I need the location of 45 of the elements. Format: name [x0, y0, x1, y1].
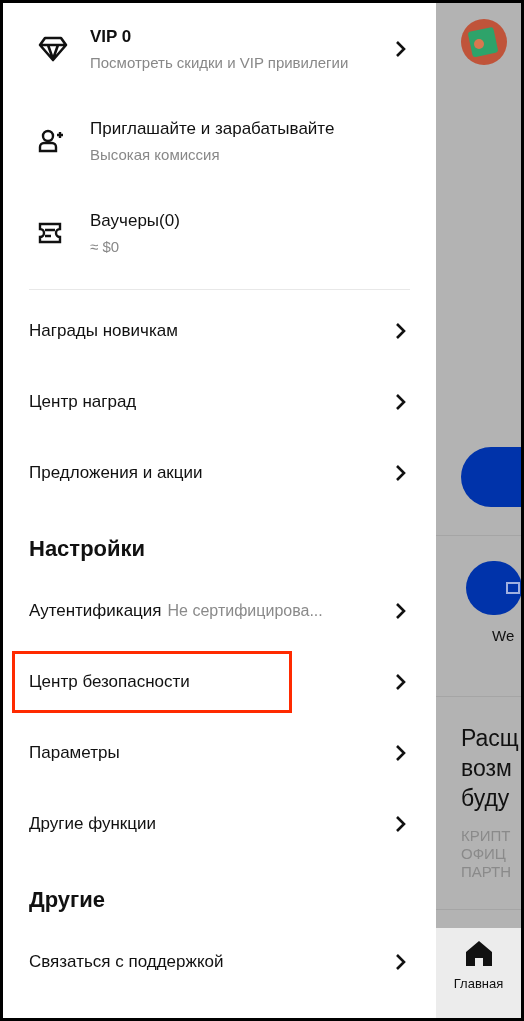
menu-item[interactable]: Другие функции — [3, 788, 436, 859]
person-add-icon — [38, 129, 64, 153]
chevron-icon — [394, 463, 406, 482]
menu-item[interactable]: Параметры — [3, 717, 436, 788]
feature-icon[interactable] — [466, 561, 521, 615]
menu-item[interactable]: Аутентификация Не сертифицирова... — [3, 575, 436, 646]
chevron-icon — [394, 321, 406, 340]
headline-text: возм — [461, 754, 513, 783]
item-subtitle: Посмотреть скидки и VIP привилегии — [90, 52, 350, 73]
item-label: Параметры — [29, 741, 120, 764]
chevron-icon — [394, 814, 406, 833]
chevron-icon — [394, 952, 406, 971]
ticket-icon — [38, 222, 62, 244]
item-title: Приглашайте и зарабатывайте — [90, 118, 336, 140]
menu-item[interactable]: Ваучеры(0) ≈ $0 — [3, 187, 436, 279]
feature-label: We — [491, 626, 515, 646]
menu-item[interactable]: Предложения и акции — [3, 437, 436, 508]
chevron-icon — [394, 601, 406, 620]
headline-text: Расщ — [461, 724, 520, 753]
item-label: Аутентификация — [29, 599, 162, 622]
item-label: Другие функции — [29, 812, 156, 835]
banner-button[interactable] — [461, 447, 521, 507]
home-icon[interactable] — [464, 940, 493, 966]
item-subtitle: ≈ $0 — [90, 236, 121, 257]
item-label: Связаться с поддержкой — [29, 950, 224, 973]
headline-text: буду — [461, 784, 511, 813]
nav-label[interactable]: Главная — [453, 974, 504, 994]
chevron-icon — [394, 672, 406, 691]
item-title: Ваучеры(0) — [90, 210, 181, 232]
chevron-icon — [394, 392, 406, 411]
diamond-icon — [38, 36, 68, 62]
menu-item[interactable]: Приглашайте и зарабатывайте Высокая комиссия — [3, 95, 436, 187]
menu-item[interactable]: VIP 0 Посмотреть скидки и VIP привилегии — [3, 3, 436, 95]
menu-item[interactable]: Центр наград — [3, 366, 436, 437]
item-subtitle: Высокая комиссия — [90, 144, 221, 165]
section-heading: Другие — [29, 886, 105, 914]
section-heading: Настройки — [29, 535, 146, 563]
menu-item[interactable]: Награды новичкам — [3, 295, 436, 366]
chevron-icon — [394, 40, 406, 58]
item-title: VIP 0 — [90, 26, 133, 48]
menu-item[interactable]: Центр безопасности — [3, 646, 436, 717]
chevron-icon — [394, 743, 406, 762]
item-value: Не сертифицирова... — [167, 600, 323, 621]
menu-item[interactable]: Связаться с поддержкой — [3, 926, 436, 997]
item-label: Центр безопасности — [29, 670, 190, 693]
